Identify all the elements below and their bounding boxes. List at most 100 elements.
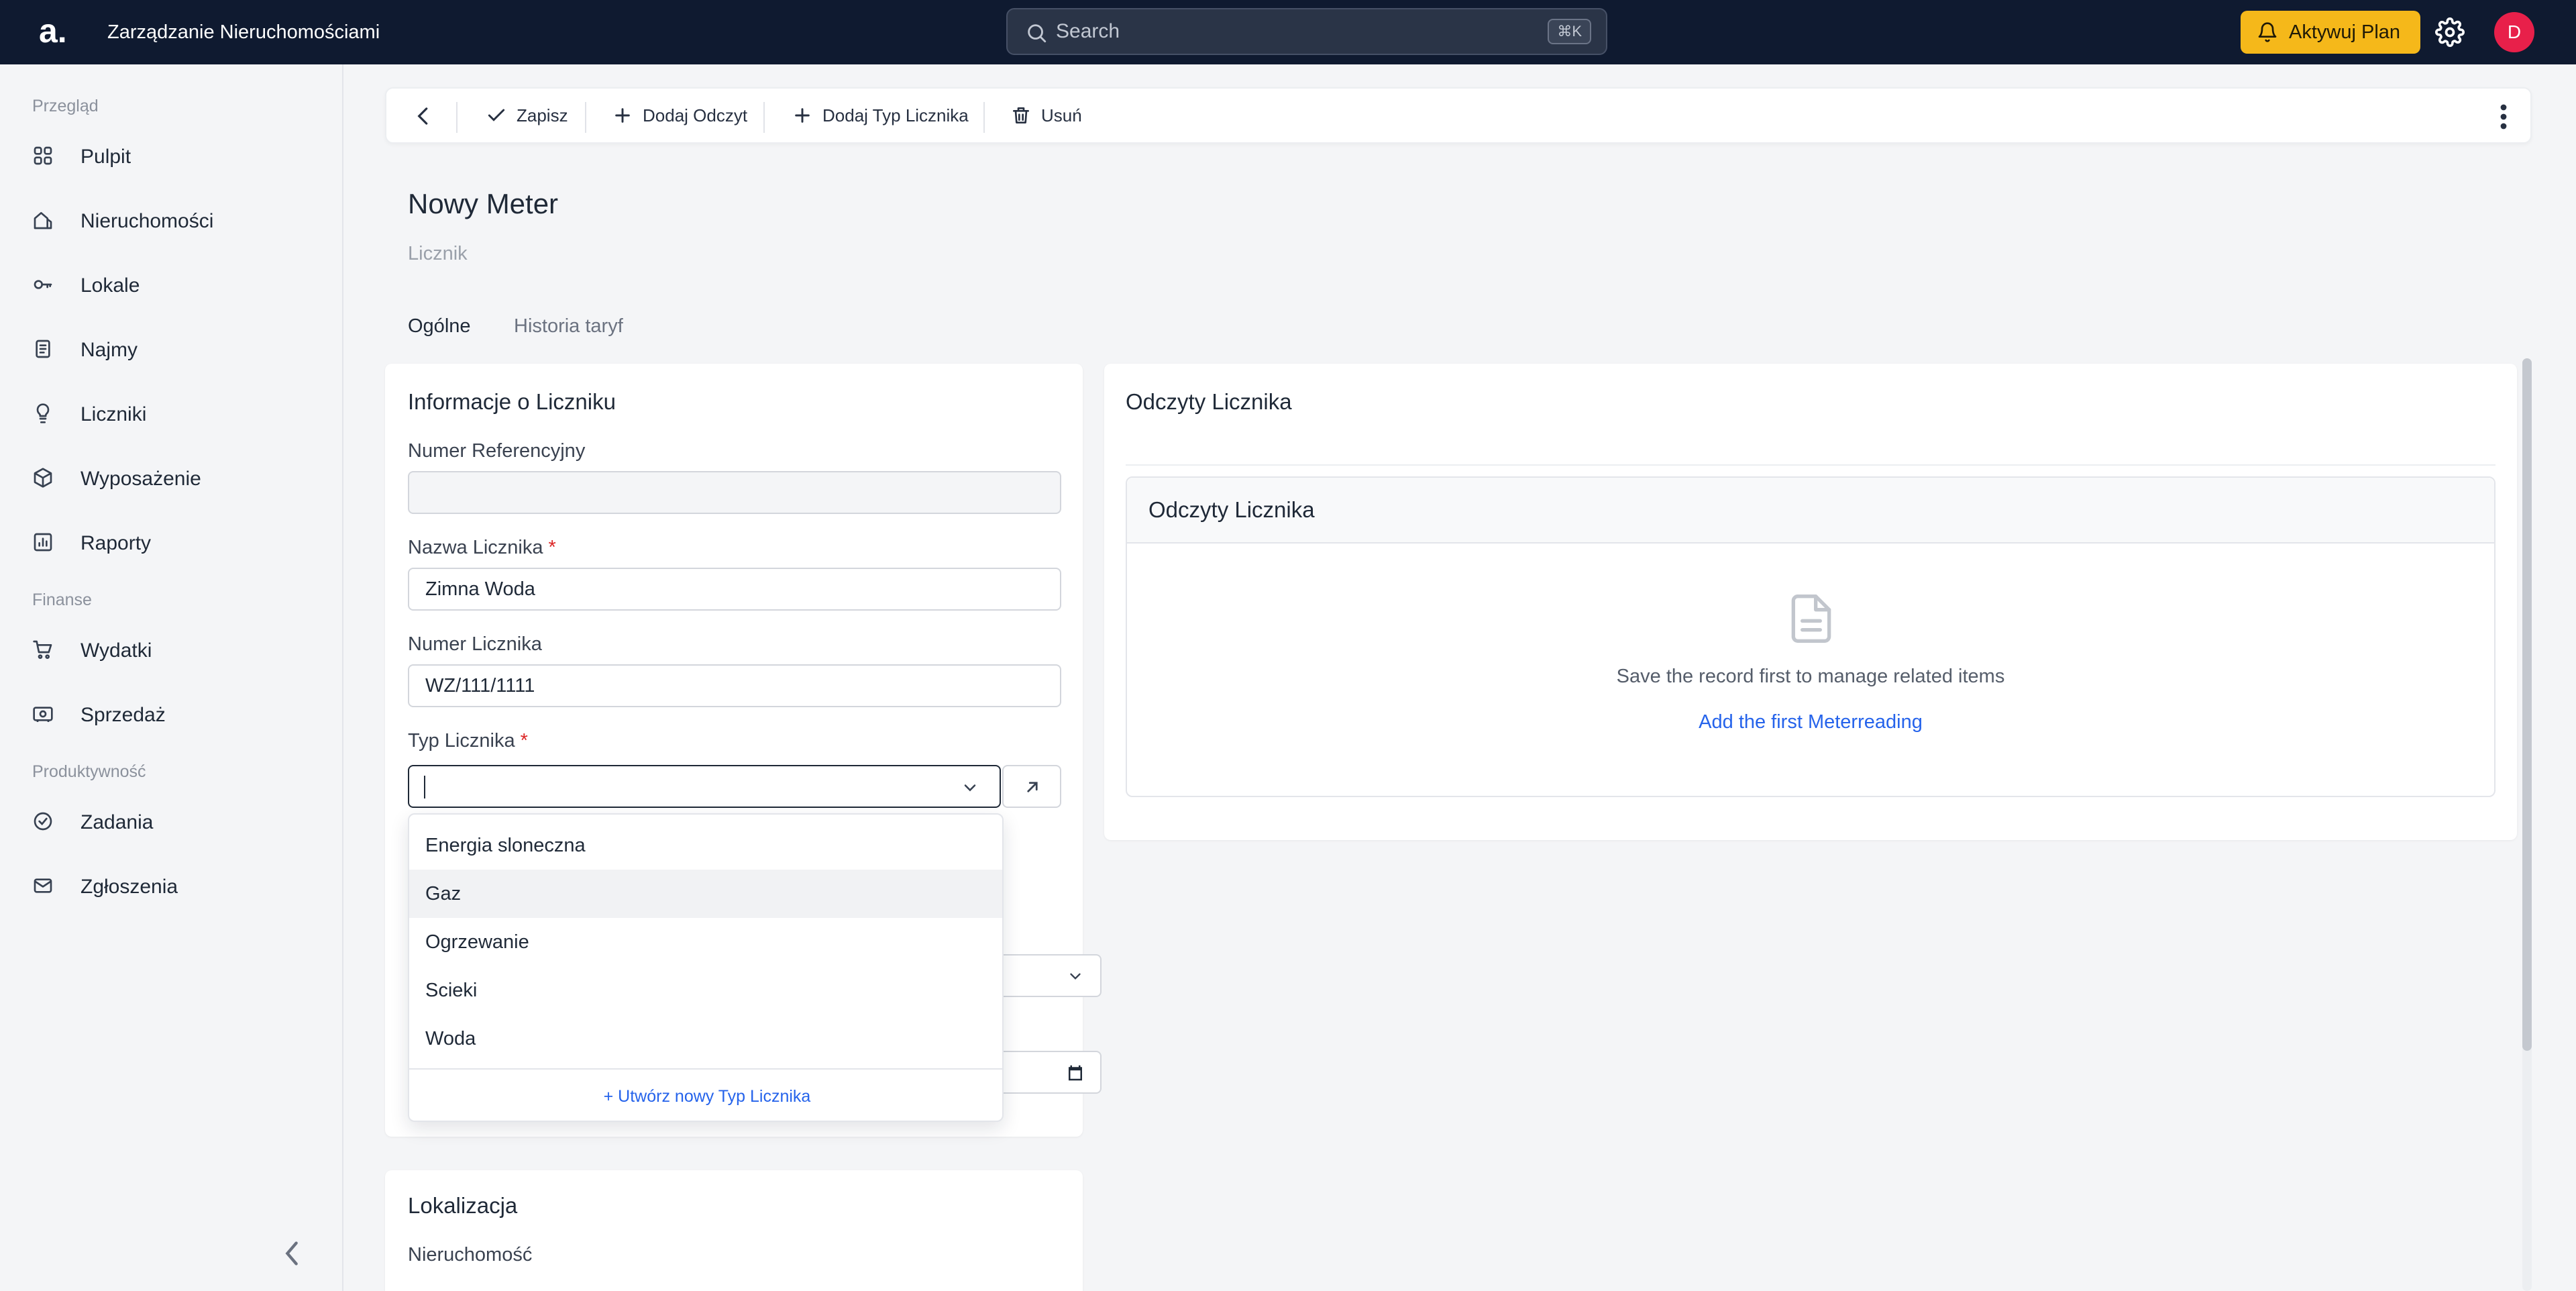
collapse-sidebar-icon[interactable]: [282, 1239, 302, 1268]
meter-type-label: Typ Licznika *: [408, 730, 528, 752]
plus-icon: [795, 108, 810, 123]
reference-number-label: Numer Referencyjny: [408, 440, 586, 462]
divider: [1126, 464, 2496, 466]
meter-type-combobox[interactable]: [408, 765, 1001, 808]
toolbar-divider: [585, 102, 586, 133]
location-card: Lokalizacja Nieruchomość: [385, 1170, 1083, 1291]
sidebar-item-zgloszenia[interactable]: Zgłoszenia: [32, 868, 314, 909]
bulb-icon: [36, 403, 50, 423]
sidebar-item-wyposazenie[interactable]: Wyposażenie: [32, 460, 314, 501]
select-field-partial[interactable]: [1002, 954, 1102, 997]
search-shortcut-badge: ⌘K: [1548, 19, 1591, 44]
sidebar-item-liczniki[interactable]: Liczniki: [32, 396, 314, 436]
search-placeholder: Search: [1056, 20, 1120, 42]
date-field-partial[interactable]: [1002, 1051, 1102, 1094]
search-bar[interactable]: Search ⌘K: [1006, 8, 1607, 55]
sidebar-item-label: Zadania: [80, 811, 154, 833]
sidebar-item-label: Najmy: [80, 339, 138, 361]
option-woda[interactable]: Woda: [409, 1015, 1002, 1063]
tab-historia-taryf[interactable]: Historia taryf: [514, 315, 623, 338]
card-title: Lokalizacja: [408, 1193, 518, 1218]
required-mark: *: [520, 730, 528, 752]
meter-readings-card: Odczyty Licznika Odczyty Licznika Save t…: [1104, 364, 2517, 840]
meter-type-label-text: Typ Licznika: [408, 730, 515, 752]
calendar-icon: [1069, 1065, 1082, 1081]
reference-number-field[interactable]: [408, 471, 1061, 514]
meter-type-dropdown: Energia sloneczna Gaz Ogrzewanie Scieki …: [408, 813, 1004, 1122]
add-first-reading-link[interactable]: Add the first Meterreading: [1127, 711, 2494, 733]
page-subtitle: Licznik: [408, 243, 468, 264]
chart-icon: [34, 533, 52, 552]
open-meter-type-button[interactable]: [1002, 765, 1061, 808]
sidebar: Przegląd Pulpit Nieruchomości Lokale Naj…: [0, 64, 343, 1291]
readings-subpanel: Odczyty Licznika Save the record first t…: [1126, 476, 2496, 797]
sidebar-item-nieruchomosci[interactable]: Nieruchomości: [32, 203, 314, 243]
tab-ogolne[interactable]: Ogólne: [408, 315, 471, 338]
option-scieki[interactable]: Scieki: [409, 966, 1002, 1015]
back-arrow-icon[interactable]: [411, 103, 436, 129]
subpanel-header: Odczyty Licznika: [1127, 478, 2494, 544]
trash-icon: [1013, 107, 1029, 123]
add-meter-type-label: Dodaj Typ Licznika: [822, 105, 969, 125]
page-title: Nowy Meter: [408, 188, 559, 219]
more-vertical-icon[interactable]: [2500, 103, 2508, 130]
sidebar-item-najmy[interactable]: Najmy: [32, 331, 314, 372]
save-label: Zapisz: [517, 105, 568, 125]
meter-name-field[interactable]: Zimna Woda: [408, 568, 1061, 611]
app-title: Zarządzanie Nieruchomościami: [107, 21, 380, 43]
sidebar-section-title: Produktywność: [32, 762, 146, 781]
check-circle-icon: [34, 812, 52, 831]
sidebar-item-label: Wyposażenie: [80, 468, 201, 490]
meter-name-label: Nazwa Licznika *: [408, 537, 556, 559]
check-icon: [488, 109, 505, 121]
sidebar-item-lokale[interactable]: Lokale: [32, 267, 314, 307]
meter-number-label: Numer Licznika: [408, 633, 542, 655]
record-toolbar: Zapisz Dodaj Odczyt Dodaj Typ Licznika U…: [385, 87, 2532, 144]
delete-label: Usuń: [1041, 105, 1082, 125]
property-label: Nieruchomość: [408, 1244, 533, 1266]
grid-icon: [34, 146, 52, 165]
gear-icon[interactable]: [2435, 17, 2465, 47]
document-icon: [1791, 595, 1831, 643]
external-link-icon: [1027, 782, 1038, 792]
subpanel-title: Odczyty Licznika: [1148, 497, 1315, 522]
add-reading-label: Dodaj Odczyt: [643, 105, 748, 125]
key-icon: [34, 280, 52, 289]
sidebar-item-label: Sprzedaż: [80, 704, 166, 726]
dropdown-divider: [409, 1068, 1002, 1070]
option-energia-sloneczna[interactable]: Energia sloneczna: [409, 821, 1002, 870]
sidebar-item-sprzedaz[interactable]: Sprzedaż: [32, 696, 314, 737]
app-logo[interactable]: a.: [39, 9, 67, 52]
chevron-down-icon[interactable]: [961, 778, 979, 797]
main-scrollbar[interactable]: [2522, 358, 2532, 1291]
card-title: Informacje o Liczniku: [408, 389, 616, 414]
sidebar-section-title: Przegląd: [32, 97, 99, 115]
mail-icon: [34, 878, 52, 893]
required-mark: *: [548, 537, 556, 558]
building-icon: [34, 212, 52, 229]
user-avatar[interactable]: D: [2494, 12, 2534, 52]
sidebar-item-wydatki[interactable]: Wydatki: [32, 632, 314, 672]
sidebar-item-label: Zgłoszenia: [80, 876, 178, 898]
sidebar-item-pulpit[interactable]: Pulpit: [32, 138, 314, 178]
sidebar-item-label: Lokale: [80, 274, 140, 297]
create-meter-type-link[interactable]: + Utwórz nowy Typ Licznika: [409, 1072, 1002, 1121]
scrollbar-thumb[interactable]: [2522, 358, 2532, 1051]
option-gaz[interactable]: Gaz: [409, 870, 1002, 918]
chevron-down-icon: [1070, 973, 1081, 980]
sidebar-item-label: Nieruchomości: [80, 210, 214, 232]
option-ogrzewanie[interactable]: Ogrzewanie: [409, 918, 1002, 966]
activate-plan-button[interactable]: Aktywuj Plan: [2241, 11, 2420, 54]
box-icon: [34, 468, 52, 488]
empty-state-text: Save the record first to manage related …: [1616, 666, 2005, 687]
sidebar-item-label: Liczniki: [80, 403, 147, 425]
sidebar-item-label: Raporty: [80, 532, 152, 554]
meter-number-field[interactable]: WZ/111/1111: [408, 664, 1061, 707]
sidebar-item-zadania[interactable]: Zadania: [32, 804, 314, 844]
sidebar-item-raporty[interactable]: Raporty: [32, 525, 314, 565]
toolbar-divider: [983, 102, 985, 133]
meter-name-label-text: Nazwa Licznika: [408, 537, 543, 558]
sidebar-item-label: Pulpit: [80, 146, 131, 168]
card-title: Odczyty Licznika: [1126, 389, 1292, 414]
toolbar-divider: [456, 102, 458, 133]
